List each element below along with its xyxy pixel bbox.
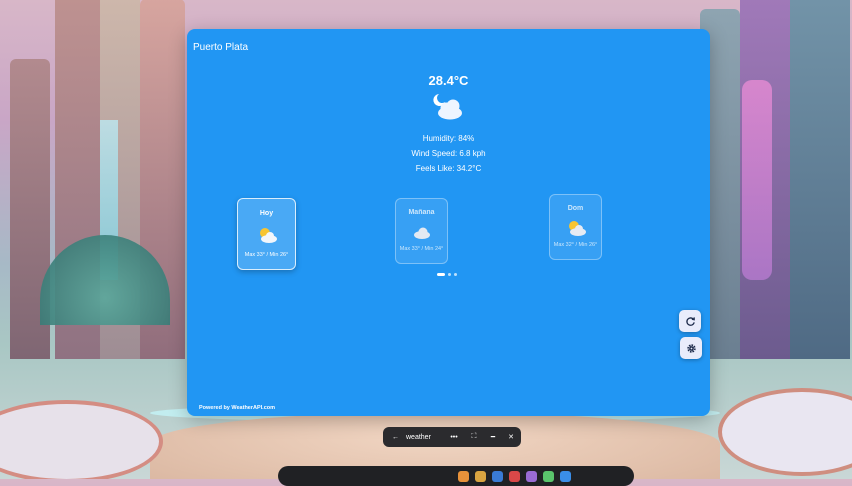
gear-icon	[686, 343, 696, 353]
page-dot[interactable]	[454, 273, 457, 276]
carousel-pagination[interactable]	[437, 273, 457, 276]
sunny-cloudy-icon	[568, 221, 586, 236]
forecast-card-sunday[interactable]: Dom Max 32° / Min 26°	[549, 194, 602, 260]
forecast-minmax: Max 32° / Min 26°	[553, 242, 598, 248]
wind-speed-text: Wind Speed: 6.8 kph	[411, 149, 486, 158]
refresh-button[interactable]	[679, 310, 701, 332]
back-arrow-icon[interactable]: ←	[392, 434, 404, 441]
expand-icon[interactable]: ⛶	[464, 433, 484, 441]
platform-left	[0, 400, 163, 479]
platform-right	[718, 388, 852, 476]
cloudy-icon	[413, 227, 430, 239]
sunny-cloudy-icon	[259, 228, 277, 243]
more-options-icon[interactable]: •••	[444, 434, 464, 441]
forecast-day-label: Hoy	[259, 210, 274, 217]
close-icon[interactable]: ✕	[502, 433, 520, 441]
page-dot-active[interactable]	[437, 273, 445, 276]
dock-app-icon[interactable]	[543, 470, 554, 482]
dock-app-icon[interactable]	[509, 470, 520, 482]
dock-app-icon[interactable]	[458, 470, 469, 482]
window-title: weather	[406, 433, 431, 441]
page-dot[interactable]	[448, 273, 451, 276]
humidity-text: Humidity: 84%	[422, 134, 475, 143]
background-glow	[742, 80, 772, 280]
city-name: Puerto Plata	[193, 42, 249, 53]
powered-by-attribution: Powered by WeatherAPI.com	[199, 405, 276, 411]
window-control-bar: ← weather ••• ⛶ ━ ✕	[383, 427, 521, 447]
dock-app-icon[interactable]	[492, 470, 503, 482]
dock-app-icon[interactable]	[560, 470, 571, 482]
forecast-minmax: Max 33° / Min 24°	[399, 246, 444, 252]
forecast-card-today[interactable]: Hoy Max 33° / Min 26°	[237, 198, 296, 270]
background-tower	[790, 0, 850, 359]
weather-app-window: Puerto Plata 28.4°C Humidity: 84% Wind S…	[187, 29, 710, 416]
forecast-card-tomorrow[interactable]: Mañana Max 33° / Min 24°	[395, 198, 448, 264]
dock-app-icon[interactable]	[475, 470, 486, 482]
settings-button[interactable]	[680, 337, 702, 359]
forecast-day-label: Mañana	[408, 209, 435, 216]
night-partly-cloudy-icon	[433, 94, 462, 120]
dock-app-icon[interactable]	[526, 470, 537, 482]
minimize-icon[interactable]: ━	[484, 433, 502, 441]
feels-like-text: Feels Like: 34.2°C	[415, 164, 482, 173]
current-temperature: 28.4°C	[428, 73, 469, 88]
forecast-minmax: Max 33° / Min 26°	[244, 252, 289, 258]
app-dock	[278, 466, 634, 486]
forecast-day-label: Dom	[567, 205, 584, 212]
refresh-icon	[685, 316, 695, 326]
